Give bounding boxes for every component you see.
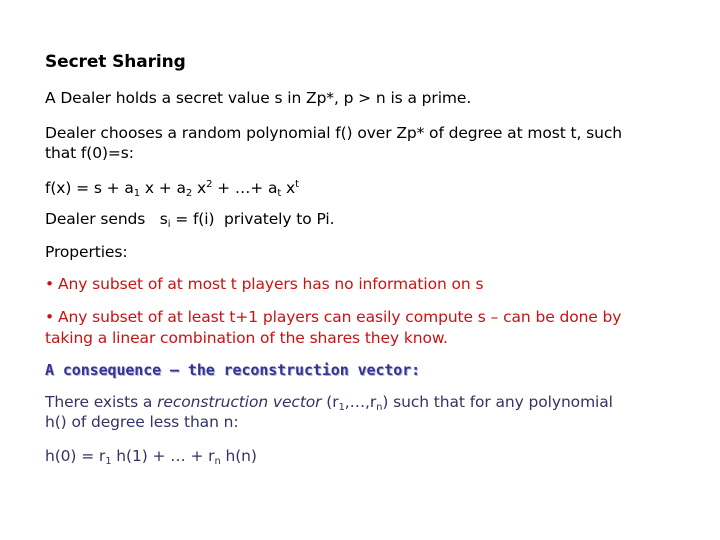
reconstruction-line-1: There exists a reconstruction vector (r1… — [45, 392, 613, 413]
poly-part: f(x) = s + a — [45, 179, 134, 197]
properties-label: Properties: — [45, 243, 128, 261]
poly-part: x + a — [140, 179, 186, 197]
polynomial-formula: f(x) = s + a1 x + a2 x2 + …+ at xt — [45, 178, 299, 199]
poly-part: + …+ a — [217, 179, 278, 197]
recon-vec: ) such that for any polynomial — [382, 393, 613, 411]
reconstruction-subheading: A consequence – the reconstruction vecto… — [45, 361, 421, 379]
dealer-polynomial-line-2: that f(0)=s: — [45, 144, 134, 162]
reconstruction-formula: h(0) = r1 h(1) + … + rn h(n) — [45, 446, 257, 467]
bullet-icon: • — [45, 308, 55, 326]
send-pre: Dealer sends s — [45, 210, 168, 228]
recon-pre: There exists a — [45, 393, 158, 411]
poly-sup: t — [295, 179, 299, 190]
property-text: Any subset of at most t players has no i… — [58, 275, 484, 293]
slide-title: Secret Sharing — [45, 52, 186, 72]
property-bullet-2: • Any subset of at least t+1 players can … — [45, 307, 621, 327]
dealer-secret-line: A Dealer holds a secret value s in Zp*, … — [45, 89, 472, 107]
poly-sup: 2 — [206, 179, 213, 190]
reconstruction-line-2: h() of degree less than n: — [45, 413, 239, 431]
recon-vec: (r — [321, 393, 339, 411]
poly-part: x — [192, 179, 207, 197]
dealer-polynomial-line-1: Dealer chooses a random polynomial f() o… — [45, 124, 623, 142]
formula-part: h(n) — [220, 447, 257, 465]
send-post: = f(i) privately to Pi. — [170, 210, 335, 228]
recon-vec: ,…,r — [344, 393, 377, 411]
bullet-icon: • — [45, 275, 55, 293]
dealer-sends-line: Dealer sends si = f(i) privately to Pi. — [45, 209, 335, 230]
property-bullet-1: • Any subset of at most t players has no … — [45, 274, 484, 294]
property-bullet-2-continued: taking a linear combination of the share… — [45, 329, 448, 347]
formula-part: h(0) = r — [45, 447, 106, 465]
poly-part: x — [281, 179, 296, 197]
recon-italic: reconstruction vector — [157, 393, 322, 411]
formula-part: h(1) + … + r — [111, 447, 215, 465]
property-text: Any subset of at least t+1 players can e… — [58, 308, 622, 326]
